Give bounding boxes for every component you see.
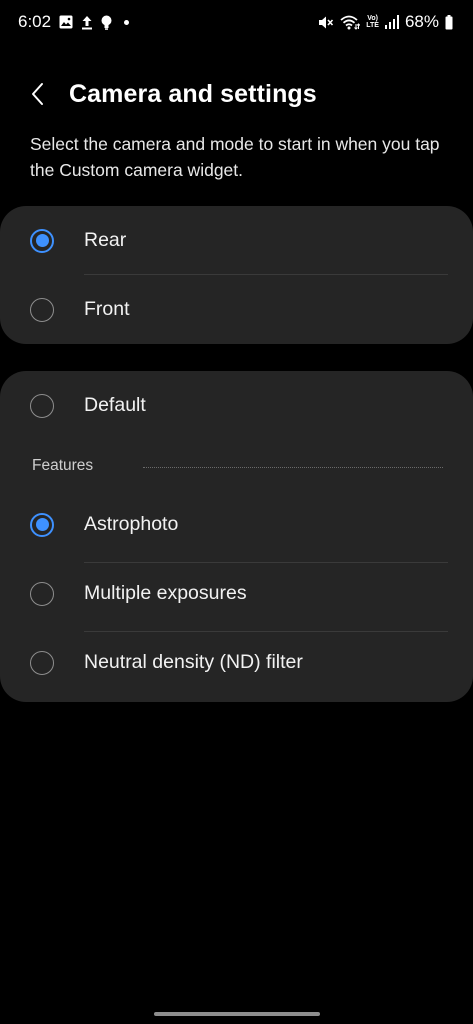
volte-icon: Vo) LTE <box>366 15 379 29</box>
option-label: Astrophoto <box>84 513 179 535</box>
upload-icon <box>81 15 93 30</box>
radio-astrophoto[interactable] <box>30 512 54 537</box>
radio-multiple-exposures[interactable] <box>30 581 54 606</box>
option-front[interactable]: Front <box>0 275 473 344</box>
volte-top: Vo) <box>367 15 378 22</box>
wifi-icon <box>340 15 361 30</box>
mute-icon <box>318 15 334 30</box>
home-indicator[interactable] <box>154 1012 320 1016</box>
signal-icon <box>384 15 399 29</box>
option-label: Front <box>84 298 130 320</box>
radio-front[interactable] <box>30 297 54 322</box>
radio-nd-filter[interactable] <box>30 650 54 675</box>
option-label: Rear <box>84 229 127 251</box>
gallery-icon <box>59 15 73 29</box>
back-button[interactable] <box>22 78 54 110</box>
status-time: 6:02 <box>18 12 52 31</box>
section-header-features: Features <box>32 457 94 474</box>
page-title: Camera and settings <box>69 80 317 108</box>
option-label: Multiple exposures <box>84 582 247 604</box>
mode-selection-card: Default Features Astrophoto Multiple exp… <box>0 371 473 702</box>
volte-bottom: LTE <box>366 22 379 29</box>
bulb-icon <box>101 15 112 30</box>
dot-icon <box>124 19 130 25</box>
option-label: Default <box>84 394 146 416</box>
status-left: 6:02 <box>18 12 130 32</box>
battery-percent: 68% <box>404 12 439 31</box>
description-text: Select the camera and mode to start in w… <box>30 134 440 180</box>
camera-selection-card: Rear Front <box>0 206 473 344</box>
battery-icon <box>445 14 453 30</box>
option-astrophoto[interactable]: Astrophoto <box>0 490 473 559</box>
app-bar: Camera and settings <box>0 70 473 118</box>
status-right: Vo) LTE 68% <box>318 12 453 32</box>
option-label: Neutral density (ND) filter <box>84 651 303 673</box>
option-multiple-exposures[interactable]: Multiple exposures <box>0 559 473 628</box>
radio-default[interactable] <box>30 393 54 418</box>
option-rear[interactable]: Rear <box>0 206 473 275</box>
option-default[interactable]: Default <box>0 371 473 440</box>
radio-rear[interactable] <box>30 228 54 253</box>
status-bar: 6:02 Vo) LTE 68% <box>0 0 473 44</box>
option-nd-filter[interactable]: Neutral density (ND) filter <box>0 628 473 697</box>
section-divider <box>143 467 443 468</box>
chevron-left-icon <box>32 83 43 105</box>
